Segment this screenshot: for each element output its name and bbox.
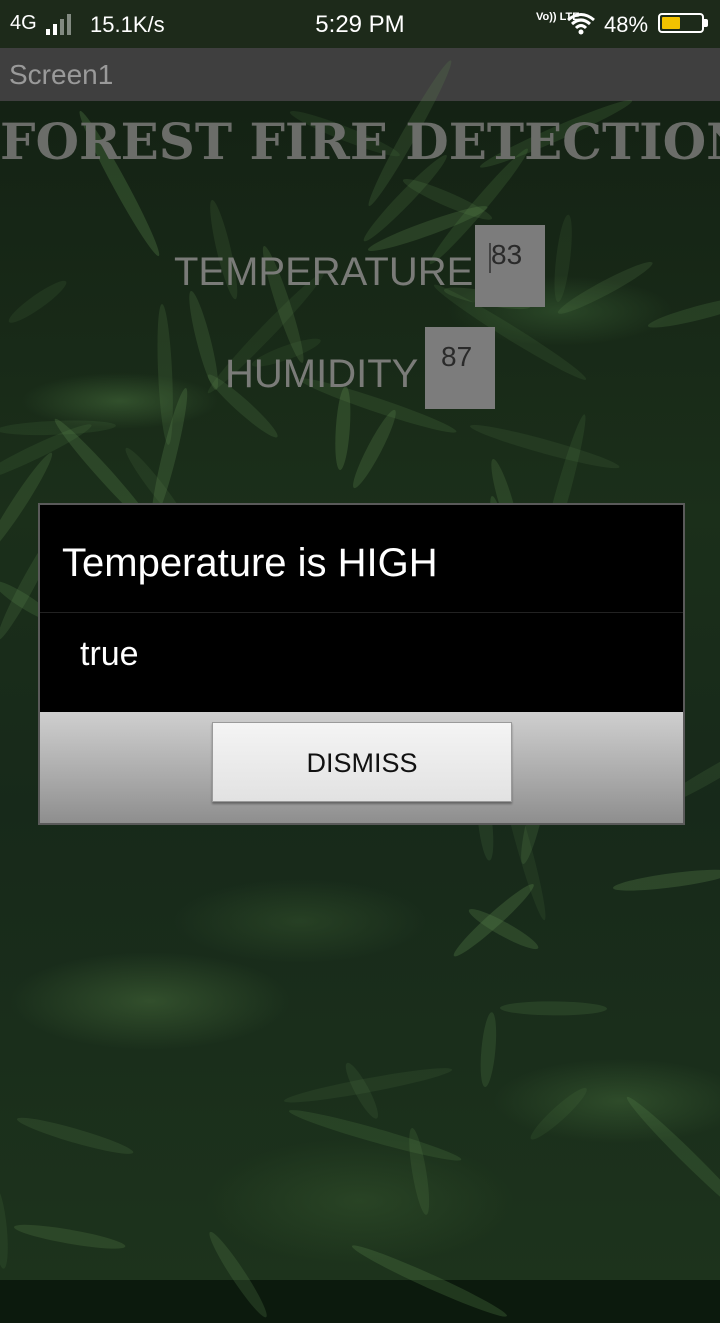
dialog-footer: DISMISS (40, 712, 683, 823)
leaf-decoration (611, 865, 720, 895)
leaf-decoration (551, 214, 576, 303)
dialog-header: Temperature is HIGH (40, 505, 683, 613)
leaf-decoration (554, 256, 656, 320)
leaf-decoration (5, 276, 71, 328)
leaf-decoration (349, 1240, 511, 1323)
alert-dialog: Temperature is HIGH true DISMISS (38, 503, 685, 825)
leaf-decoration (0, 1187, 11, 1270)
temperature-label: TEMPERATURE (174, 250, 474, 294)
battery-icon (658, 13, 704, 33)
temperature-value: 83 (491, 239, 523, 270)
wifi-icon (567, 13, 595, 35)
temperature-field[interactable]: 83 (475, 225, 545, 307)
title-bar: Screen1 (0, 48, 720, 101)
humidity-label: HUMIDITY (225, 352, 419, 396)
text-cursor (489, 243, 491, 273)
leaf-decoration (500, 1000, 608, 1016)
dismiss-button[interactable]: DISMISS (212, 722, 512, 802)
app-heading: FOREST FIRE DETECTION (0, 112, 720, 171)
humidity-field[interactable]: 87 (425, 327, 495, 409)
leaf-decoration (477, 1011, 499, 1088)
leaf-decoration (405, 1126, 434, 1216)
leaf-decoration (646, 290, 720, 333)
battery-percent: 48% (604, 12, 649, 37)
dialog-title: Temperature is HIGH (62, 541, 438, 585)
battery-tip (704, 19, 708, 27)
leaf-decoration (526, 1082, 592, 1144)
status-bar: 4G 15.1K/s 5:29 PM Vo)) LTE 48% (0, 0, 720, 48)
leaf-decoration (14, 1111, 135, 1159)
leaf-decoration (0, 418, 117, 437)
dialog-message: true (80, 635, 139, 673)
leaf-decoration (332, 385, 353, 471)
leaf-decoration (347, 406, 401, 492)
humidity-value: 87 (441, 341, 473, 372)
battery-fill (662, 17, 681, 29)
screen-title: Screen1 (9, 59, 114, 90)
leaf-decoration (203, 1228, 272, 1322)
leaf-decoration (13, 1219, 127, 1253)
leaf-decoration (622, 1092, 720, 1227)
